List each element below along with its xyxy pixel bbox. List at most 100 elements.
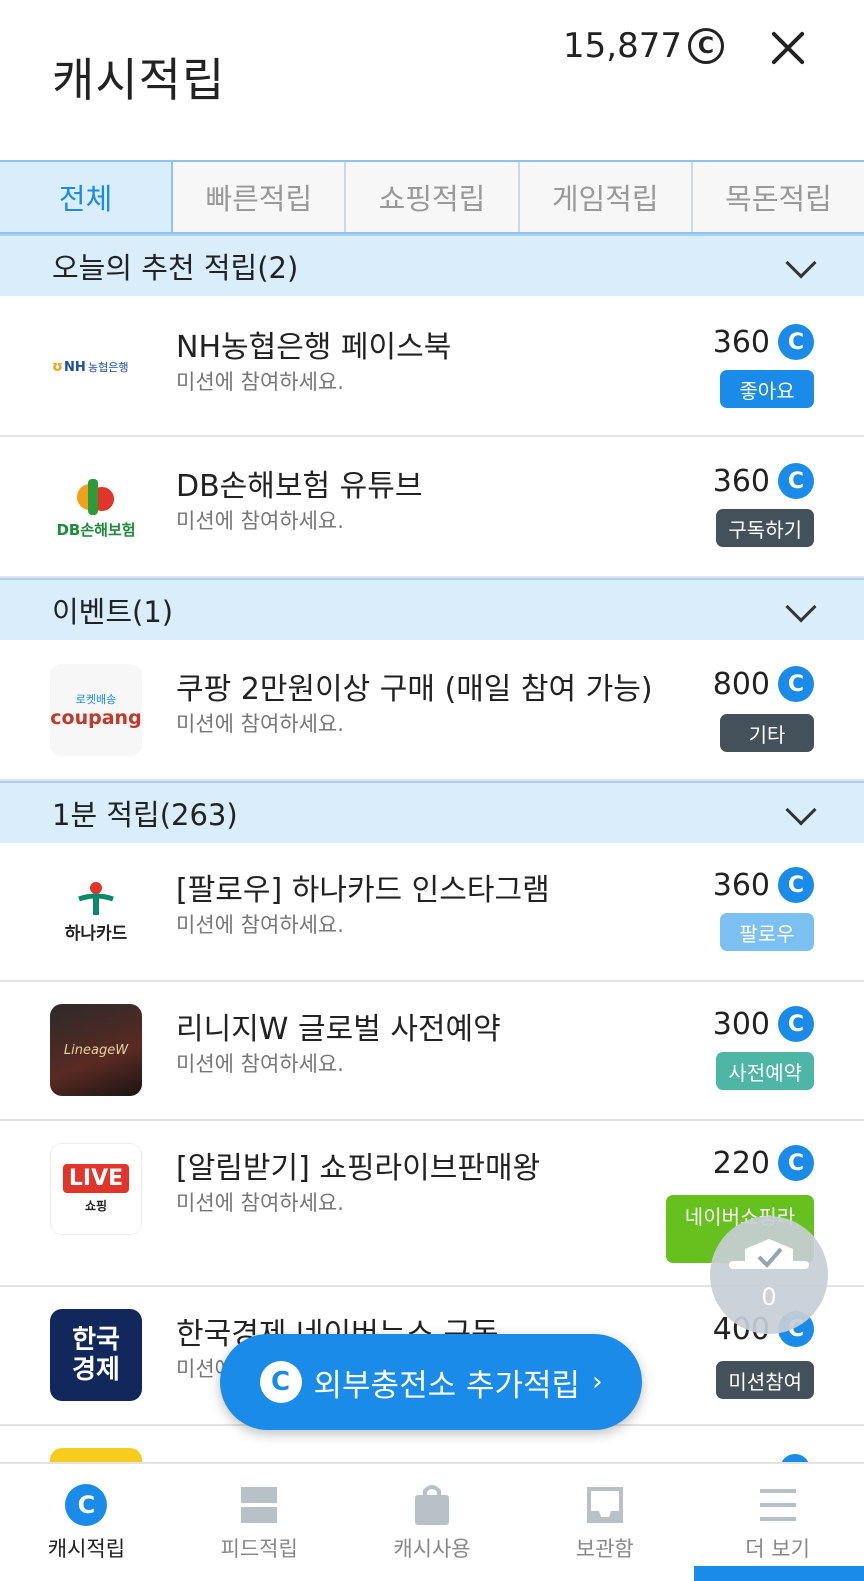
nav-label: 캐시사용: [393, 1536, 471, 1561]
tab-game[interactable]: 게임적립: [520, 162, 693, 232]
item-title: NH농협은행 페이스북: [176, 330, 452, 365]
chevron-down-icon[interactable]: [785, 247, 817, 279]
cash-balance: 15,877 C: [563, 26, 724, 66]
tab-shopping[interactable]: 쇼핑적립: [346, 162, 520, 232]
hankyung-logo: 한국 경제: [50, 1309, 142, 1401]
shopping-live-logo: LIVE 쇼핑: [50, 1143, 142, 1235]
mailbox-check-icon: [729, 1239, 809, 1269]
points-value: 360: [712, 463, 770, 499]
points-value: 300: [712, 1006, 770, 1042]
chevron-down-icon[interactable]: [785, 794, 817, 826]
category-tabs: 전체 빠른적립 쇼핑적립 게임적립 목돈적립: [0, 160, 864, 234]
section-title: 오늘의 추천 적립(2): [52, 251, 299, 285]
svg-text:NH: NH: [64, 360, 86, 375]
nav-label: 더 보기: [745, 1536, 810, 1561]
points-value: 220: [712, 1145, 770, 1181]
cash-coin-icon: C: [778, 1006, 814, 1042]
section-header-one-minute[interactable]: 1분 적립(263): [0, 781, 864, 843]
mission-tag-button[interactable]: 팔로우: [720, 913, 814, 951]
cash-coin-icon: C: [778, 324, 814, 360]
coupang-logo-text: coupang: [50, 707, 142, 729]
cash-coin-icon: C: [688, 28, 724, 64]
item-points: 360 C: [713, 324, 814, 360]
item-subtitle: 미션에 참여하세요.: [176, 712, 344, 736]
nav-label: 캐시적립: [47, 1536, 126, 1561]
svg-text:ʊ: ʊ: [52, 359, 63, 375]
hana-logo-text: 하나카드: [64, 923, 128, 944]
shopping-bag-icon: [410, 1483, 454, 1527]
nav-label: 보관함: [575, 1536, 634, 1561]
list-item-partial[interactable]: [0, 1426, 864, 1466]
bottom-navigation: C 캐시적립 피드적립 캐시사용 보관함 더 보기: [0, 1462, 864, 1581]
points-value: 800: [712, 666, 770, 702]
list-item[interactable]: DB손해보험 DB손해보험 유튜브 미션에 참여하세요. 360 C 구독하기: [0, 437, 864, 578]
tab-all[interactable]: 전체: [0, 162, 174, 232]
lineage-w-logo: LineageW: [50, 1004, 142, 1096]
external-charge-label: 외부충전소 추가적립: [313, 1367, 581, 1404]
section-title: 1분 적립(263): [52, 798, 238, 832]
mission-tag-button[interactable]: 미션참여: [716, 1361, 814, 1399]
nav-feed-earn[interactable]: 피드적립: [173, 1464, 346, 1581]
menu-icon: [756, 1483, 800, 1527]
item-points: 360 C: [713, 463, 814, 499]
svg-text:농협은행: 농협은행: [88, 361, 128, 374]
list-item[interactable]: LineageW 리니지W 글로벌 사전예약 미션에 참여하세요. 300 C …: [0, 982, 864, 1121]
list-item[interactable]: 하나카드 [팔로우] 하나카드 인스타그램 미션에 참여하세요. 360 C 팔…: [0, 843, 864, 982]
chevron-right-icon: ›: [592, 1367, 603, 1397]
cash-c-icon: C: [64, 1483, 108, 1527]
header: 캐시적립 15,877 C: [0, 0, 864, 160]
chevron-down-icon[interactable]: [785, 591, 817, 623]
cash-coin-icon: C: [778, 666, 814, 702]
item-points: 220 C: [713, 1145, 814, 1181]
nav-more[interactable]: 더 보기: [691, 1464, 864, 1581]
hana-card-logo: 하나카드: [50, 865, 142, 957]
coupang-logo: 로켓배송 coupang: [50, 664, 142, 756]
tab-quick[interactable]: 빠른적립: [173, 162, 347, 232]
nav-inbox[interactable]: 보관함: [518, 1464, 691, 1581]
balance-value: 15,877: [563, 26, 682, 66]
nav-cash-use[interactable]: 캐시사용: [346, 1464, 519, 1581]
section-header-recommended[interactable]: 오늘의 추천 적립(2): [0, 234, 864, 296]
nav-cash-earn[interactable]: C 캐시적립: [0, 1464, 173, 1581]
item-title: 쿠팡 2만원이상 구매 (매일 참여 가능): [176, 672, 653, 707]
tab-lump-sum[interactable]: 목돈적립: [693, 162, 864, 232]
hankyung-logo-text: 한국 경제: [72, 1325, 120, 1385]
item-subtitle: 미션에 참여하세요.: [176, 913, 344, 937]
bottom-accent-bar: [694, 1566, 864, 1581]
item-points: 800 C: [713, 666, 814, 702]
section-title: 이벤트(1): [52, 595, 174, 629]
mission-tag-button[interactable]: 좋아요: [720, 370, 814, 408]
live-logo-sub: 쇼핑: [84, 1199, 108, 1213]
item-points: 360 C: [713, 867, 814, 903]
item-subtitle: 미션에 참여하세요.: [176, 509, 344, 533]
db-insurance-logo: DB손해보험: [50, 461, 142, 553]
item-subtitle: 미션에 참여하세요.: [176, 370, 344, 394]
points-value: 360: [712, 867, 770, 903]
cash-coin-icon: C: [778, 867, 814, 903]
list-item[interactable]: 로켓배송 coupang 쿠팡 2만원이상 구매 (매일 참여 가능) 미션에 …: [0, 640, 864, 781]
close-button[interactable]: [768, 28, 808, 68]
page-title: 캐시적립: [52, 53, 226, 107]
nh-bank-logo: ʊ NH 농협은행: [50, 320, 142, 412]
mailbox-badge-button[interactable]: 0: [710, 1216, 828, 1334]
section-header-event[interactable]: 이벤트(1): [0, 578, 864, 640]
mission-tag-button[interactable]: 구독하기: [716, 509, 814, 547]
nav-label: 피드적립: [220, 1536, 298, 1561]
mission-tag-button[interactable]: 기타: [720, 714, 814, 752]
item-subtitle: 미션에 참여하세요.: [176, 1052, 344, 1076]
badge-count: 0: [761, 1283, 777, 1311]
item-title: DB손해보험 유튜브: [176, 469, 423, 504]
list-item[interactable]: ʊ NH 농협은행 NH농협은행 페이스북 미션에 참여하세요. 360 C 좋…: [0, 298, 864, 437]
points-value: 360: [712, 324, 770, 360]
live-logo-text: LIVE: [62, 1164, 130, 1193]
item-title: [알림받기] 쇼핑라이브판매왕: [176, 1151, 541, 1186]
cash-coin-icon: C: [778, 1145, 814, 1181]
coupang-logo-caption: 로켓배송: [75, 693, 117, 706]
external-charge-button[interactable]: C 외부충전소 추가적립 ›: [220, 1334, 642, 1430]
item-points: 300 C: [713, 1006, 814, 1042]
item-subtitle: 미션에 참여하세요.: [176, 1191, 344, 1215]
item-title: 리니지W 글로벌 사전예약: [176, 1012, 501, 1047]
feed-icon: [237, 1483, 281, 1527]
mission-tag-button[interactable]: 사전예약: [716, 1052, 814, 1090]
lineage-logo-text: LineageW: [63, 1042, 129, 1058]
